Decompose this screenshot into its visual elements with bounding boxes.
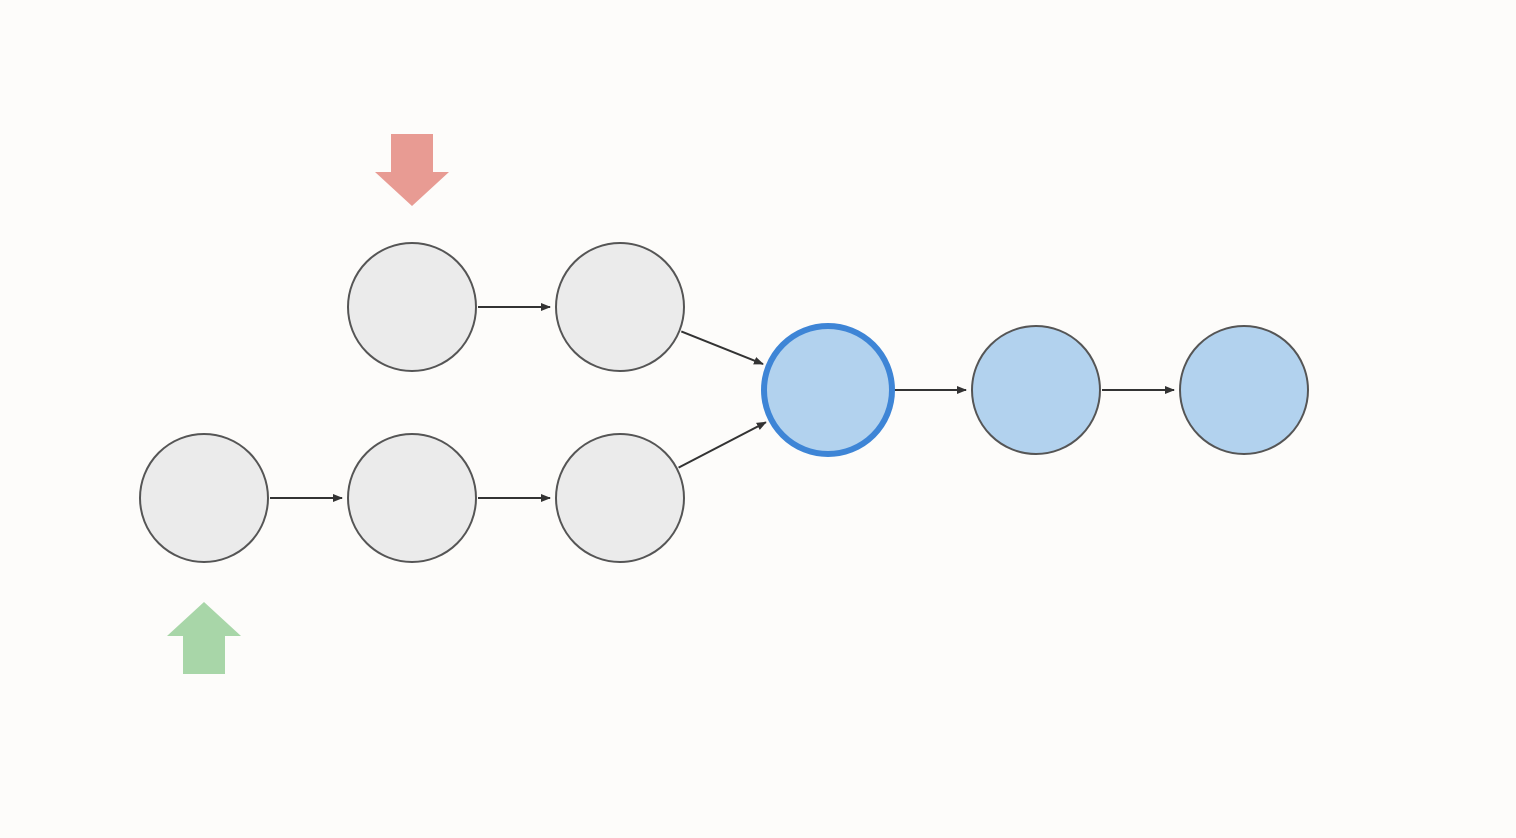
arrow-down-indicator-icon bbox=[375, 134, 449, 206]
commit-node-gray bbox=[140, 434, 268, 562]
commit-node-gray bbox=[556, 434, 684, 562]
commit-node-blue bbox=[1180, 326, 1308, 454]
edge-n5-n6 bbox=[681, 331, 763, 364]
git-merge-diagram bbox=[0, 0, 1516, 838]
commit-node-merge bbox=[764, 326, 892, 454]
commit-node-gray bbox=[556, 243, 684, 371]
commit-node-gray bbox=[348, 243, 476, 371]
commit-node-blue bbox=[972, 326, 1100, 454]
edge-n3-n6 bbox=[679, 422, 766, 467]
arrow-up-indicator-icon bbox=[167, 602, 241, 674]
commit-node-gray bbox=[348, 434, 476, 562]
